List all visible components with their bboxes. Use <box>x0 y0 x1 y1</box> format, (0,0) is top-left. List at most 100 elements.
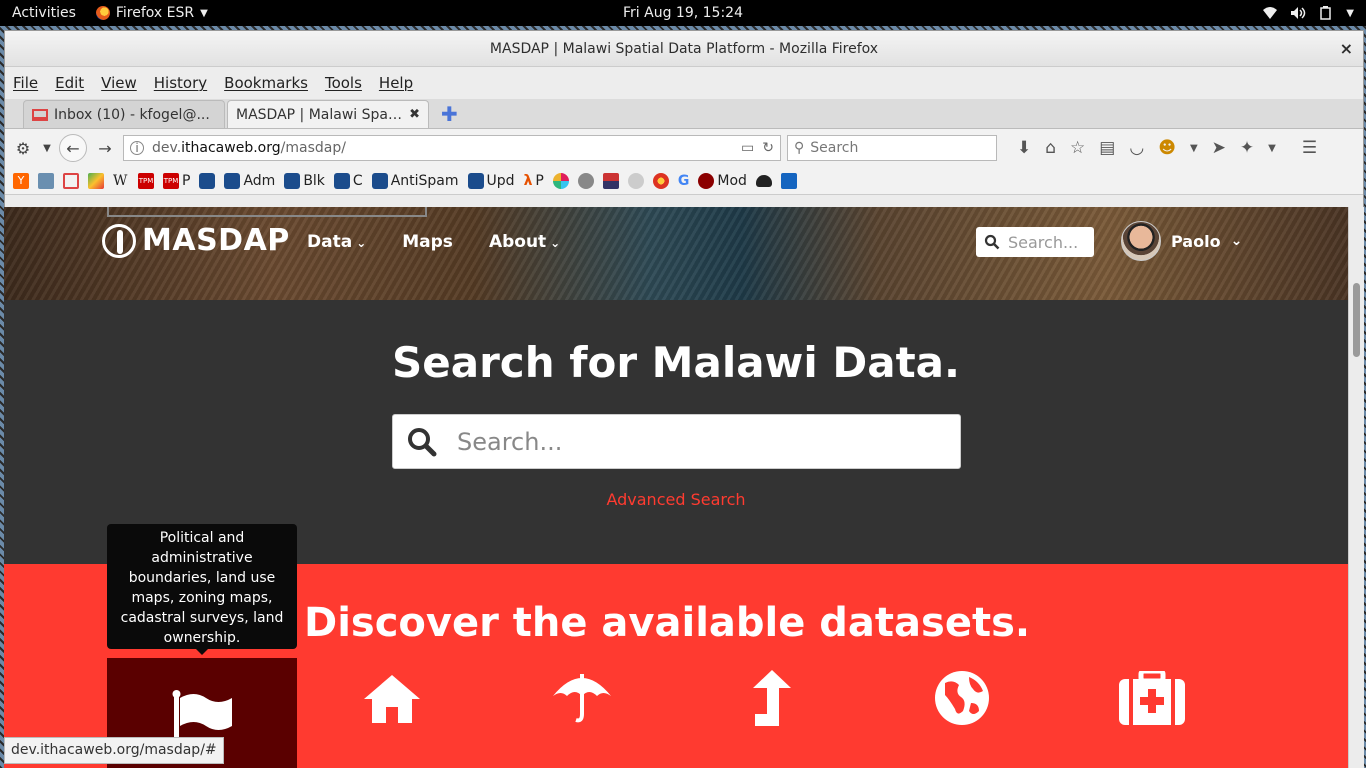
bookmark-item[interactable]: Upd <box>467 172 515 189</box>
menu-file[interactable]: File <box>13 74 38 92</box>
site-logo[interactable]: MASDAP <box>102 223 290 258</box>
logo-text: MASDAP <box>142 223 290 258</box>
menu-tools[interactable]: Tools <box>325 74 362 92</box>
menu-edit[interactable]: Edit <box>55 74 84 92</box>
reload-icon[interactable]: ↻ <box>762 140 774 156</box>
url-bar[interactable]: i dev.ithacaweb.org/masdap/ ▭ ↻ <box>123 135 781 161</box>
chevron-down-icon: ▼ <box>200 7 208 19</box>
umbrella-icon <box>553 674 611 723</box>
gmail-icon <box>32 108 48 121</box>
bookmark-item[interactable] <box>552 172 569 189</box>
page-scrollbar[interactable] <box>1348 207 1364 768</box>
tab-inbox[interactable]: Inbox (10) - kfogel@... <box>23 100 225 128</box>
info-icon[interactable]: i <box>130 141 144 155</box>
bookmark-item[interactable] <box>199 172 216 189</box>
close-tab-icon[interactable]: ✖ <box>409 107 420 122</box>
debian-icon <box>199 172 216 189</box>
bookmark-item[interactable]: G <box>678 173 690 189</box>
google-icon: G <box>677 172 690 189</box>
bookmark-item[interactable] <box>38 172 54 189</box>
bookmark-item[interactable]: Mod <box>698 172 747 189</box>
bookmark-item[interactable]: Y <box>13 172 29 189</box>
bookmark-star-icon[interactable]: ☆ <box>1070 138 1085 158</box>
bookmark-item[interactable]: TPM <box>138 172 154 189</box>
bookmark-item[interactable]: C <box>333 172 363 189</box>
advanced-search-link[interactable]: Advanced Search <box>4 490 1348 509</box>
menu-help[interactable]: Help <box>379 74 413 92</box>
chevron-down-icon[interactable]: ▼ <box>1268 143 1276 154</box>
bookmark-label: P <box>182 172 191 189</box>
burger-icon <box>755 174 772 187</box>
menu-view[interactable]: View <box>101 74 137 92</box>
reader-view-icon[interactable]: ▭ <box>741 140 754 156</box>
forward-button[interactable]: → <box>93 136 117 160</box>
bookmark-item[interactable] <box>88 172 104 189</box>
lambda-icon: λ <box>523 172 533 189</box>
tab-label: MASDAP | Malawi Spatia... <box>236 106 404 123</box>
bookmark-item[interactable] <box>780 172 797 189</box>
wifi-icon <box>1263 7 1278 19</box>
reading-list-icon[interactable]: ▤ <box>1099 138 1115 158</box>
category-environment[interactable] <box>922 658 1002 738</box>
addon-monkey-icon[interactable]: ☻ <box>1158 138 1176 158</box>
user-menu[interactable]: Paolo ⌄ <box>1121 221 1242 261</box>
gnu-icon <box>577 172 594 189</box>
debian-icon <box>371 172 388 189</box>
chevron-down-icon[interactable]: ▼ <box>41 136 53 160</box>
nav-about[interactable]: About ⌄ <box>489 232 560 252</box>
category-transport[interactable] <box>732 658 812 738</box>
bookmark-label: P <box>535 172 544 189</box>
identity-icon[interactable]: ⚙ <box>11 136 35 160</box>
house-icon <box>364 675 420 723</box>
bookmark-item[interactable] <box>602 172 619 189</box>
category-health[interactable] <box>1112 658 1192 738</box>
bookmark-label: AntiSpam <box>390 172 459 189</box>
bookmark-item[interactable]: TPM P <box>163 172 191 189</box>
category-risk[interactable] <box>542 658 622 738</box>
home-icon[interactable]: ⌂ <box>1045 138 1056 158</box>
browser-search-field[interactable]: ⚲ Search <box>787 135 997 161</box>
addon-icon[interactable]: ✦ <box>1240 138 1254 158</box>
close-window-button[interactable]: × <box>1340 39 1353 58</box>
bookmark-item[interactable] <box>63 172 79 189</box>
url-text[interactable]: dev.ithacaweb.org/masdap/ <box>152 140 733 156</box>
globe-icon <box>935 671 989 725</box>
bookmark-item[interactable]: λP <box>524 173 544 189</box>
downloads-icon[interactable]: ⬇ <box>1017 138 1031 158</box>
system-tray[interactable]: ▼ <box>1262 0 1354 26</box>
new-tab-button[interactable]: ✚ <box>431 102 468 128</box>
chevron-down-icon[interactable]: ▼ <box>1190 143 1198 154</box>
bookmark-item[interactable] <box>755 174 772 187</box>
red-circle-icon <box>698 172 715 189</box>
nav-maps[interactable]: Maps <box>402 232 453 252</box>
app-menu[interactable]: Firefox ESR ▼ <box>88 5 208 21</box>
menu-history[interactable]: History <box>154 74 207 92</box>
nav-data[interactable]: Data ⌄ <box>307 232 366 252</box>
pocket-icon[interactable]: ◡ <box>1129 138 1144 158</box>
y-combinator-icon: Y <box>13 172 29 189</box>
bookmark-item[interactable] <box>627 172 644 189</box>
header-search-input[interactable]: Search... <box>976 227 1094 257</box>
user-name: Paolo <box>1171 231 1221 251</box>
tab-strip: Inbox (10) - kfogel@... MASDAP | Malawi … <box>5 99 1363 129</box>
bookmark-item[interactable]: Adm <box>224 172 275 189</box>
bookmark-item[interactable]: AntiSpam <box>371 172 459 189</box>
bookmark-item[interactable]: W <box>113 173 129 189</box>
category-housing[interactable] <box>352 658 432 738</box>
bookmark-item[interactable]: Blk <box>284 172 325 189</box>
main-search-input[interactable]: Search... <box>392 414 961 469</box>
menu-bookmarks[interactable]: Bookmarks <box>224 74 308 92</box>
activities-button[interactable]: Activities <box>0 5 88 21</box>
bookmark-item[interactable] <box>577 172 594 189</box>
tpm-icon: TPM <box>163 172 179 189</box>
back-button[interactable]: ← <box>59 134 87 162</box>
send-icon[interactable]: ➤ <box>1212 138 1226 158</box>
scrollbar-thumb[interactable] <box>1353 283 1360 357</box>
battery-icon <box>1320 6 1332 20</box>
bookmark-item[interactable] <box>652 172 669 189</box>
map-outline <box>107 207 427 217</box>
hamburger-menu-icon[interactable]: ☰ <box>1302 138 1317 158</box>
site-header: MASDAP Data ⌄ Maps About ⌄ Search... Paolo… <box>4 207 1348 300</box>
tab-masdap[interactable]: MASDAP | Malawi Spatia... ✖ <box>227 100 429 128</box>
window-titlebar[interactable]: MASDAP | Malawi Spatial Data Platform - … <box>5 31 1363 67</box>
